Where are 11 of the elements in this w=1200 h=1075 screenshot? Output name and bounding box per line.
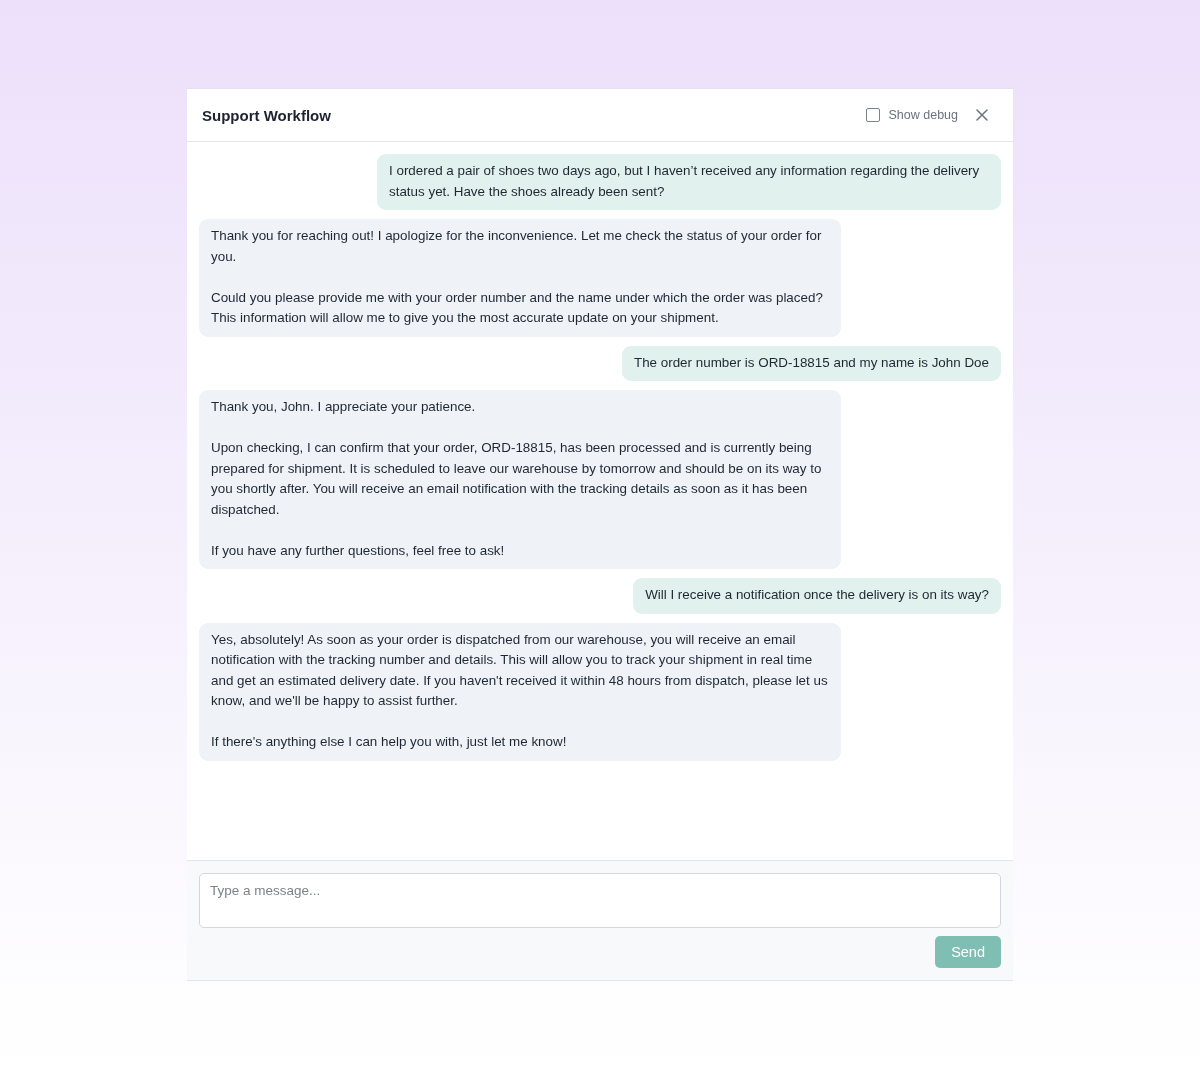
debug-checkbox[interactable]	[866, 108, 881, 122]
user-message: The order number is ORD-18815 and my name is John Doe	[621, 345, 1001, 381]
assistant-message: Yes, absolutely! As soon as your order is dispatched from our warehouse, you will receive an email notification with the tracking number and details. This will allow you to track your shipment in real time and get an estimated delivery date. If you haven't received it within 48 hours from dispatch, please let us know, and we'll be happy to assist further. If there's anything else I can help you with, just let me know!	[199, 622, 841, 761]
user-message: I ordered a pair of shoes two days ago, but I haven’t received any information regarding the delivery status yet. Have the shoes already been sent?	[377, 154, 1001, 210]
checkbox-label[interactable]: Show debug	[888, 108, 958, 122]
close-icon[interactable]	[976, 109, 988, 121]
message-input[interactable]: Type a message...	[199, 873, 1001, 928]
assistant-message: Thank you for reaching out! I apologize for the inconvenience. Let me check the status of your order for you. Could you please provide me with your order number and the name under which the order was placed? This information will allow me to give you the most accurate update on your shipment.	[199, 219, 841, 337]
window-title: Support Workflow	[202, 106, 332, 124]
user-message: Will I receive a notification once the delivery is on its way?	[633, 578, 1001, 614]
assistant-message: Thank you, John. I appreciate your patience. Upon checking, I can confirm that your order, ORD-18815, has been processed and is currently being prepared for shipment. It is scheduled to leave our warehouse by tomorrow and should be on its way to you shortly after. You will receive an email notification with the tracking details as soon as it has been dispatched. If you have any further questions, feel free to ask!	[199, 390, 841, 569]
